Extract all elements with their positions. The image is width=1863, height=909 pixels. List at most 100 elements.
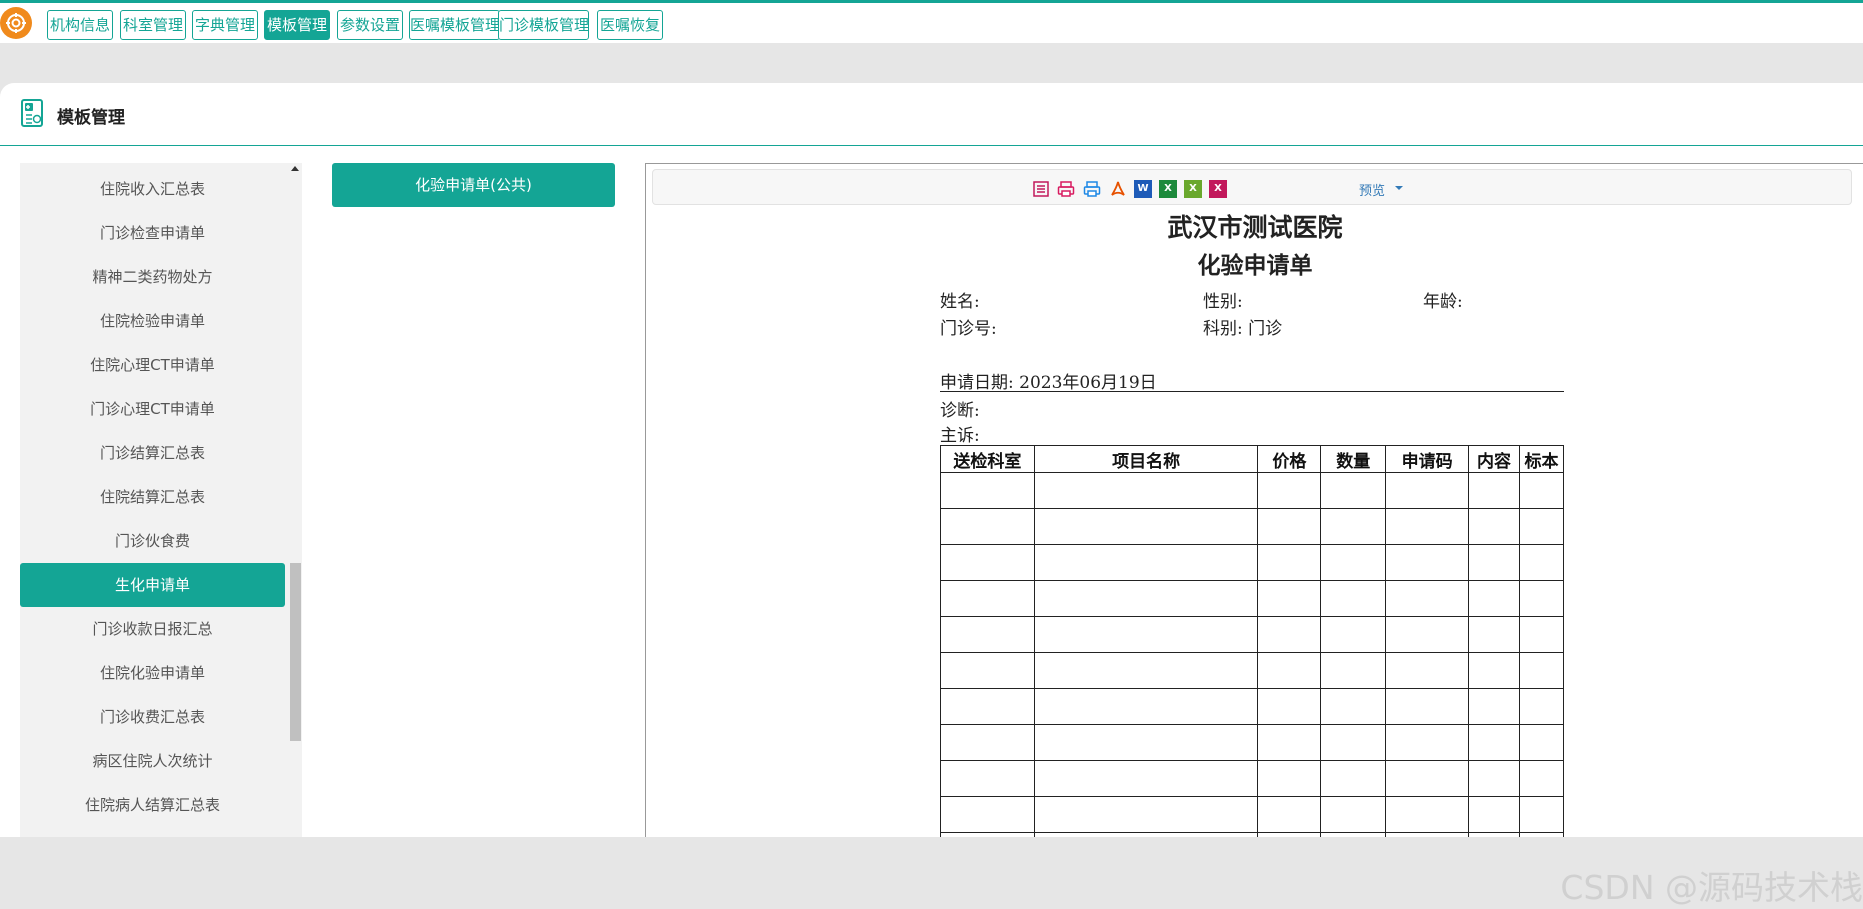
nav-tab-3[interactable]: 字典管理	[192, 10, 258, 40]
field-outpatient-no: 门诊号:	[940, 319, 997, 339]
watermark: CSDN @源码技术栈	[1560, 868, 1863, 907]
nav-tab-1[interactable]: 机构信息	[47, 10, 113, 40]
table-cell	[1320, 688, 1387, 725]
table-cell	[940, 796, 1035, 833]
table-row	[940, 760, 1564, 797]
table-header-cell: 标本	[1519, 445, 1564, 473]
table-row	[940, 832, 1564, 837]
field-apply-date: 申请日期: 2023年06月19日	[940, 373, 1157, 393]
table-cell	[1468, 580, 1520, 617]
pdf-icon[interactable]	[1109, 180, 1127, 198]
list-item[interactable]: 门诊检查申请单	[20, 211, 285, 255]
list-item[interactable]: 门诊收费汇总表	[20, 695, 285, 739]
print-color-icon[interactable]	[1057, 180, 1075, 198]
list-item[interactable]: 门诊心理CT申请单	[20, 387, 285, 431]
print-preview: W X X X 预览 武汉市测试医院 化验申请单 姓名: 性别: 年龄: 门诊号…	[645, 163, 1863, 837]
table-header-row: 送检科室 项目名称 价格 数量 申请码 内容 标本	[940, 445, 1564, 473]
excel-alt-icon[interactable]: X	[1184, 180, 1202, 198]
table-cell	[1468, 760, 1520, 797]
print-icon[interactable]	[1032, 180, 1050, 198]
table-cell	[1519, 580, 1564, 617]
table-cell	[1519, 652, 1564, 689]
list-item[interactable]: 病区住院人次统计	[20, 739, 285, 783]
scrollbar-thumb[interactable]	[290, 563, 301, 741]
table-cell	[940, 688, 1035, 725]
table-header-cell: 送检科室	[940, 445, 1035, 473]
table-cell	[1468, 652, 1520, 689]
list-item[interactable]: 生化申请单	[20, 563, 285, 607]
list-item[interactable]: 门诊结算汇总表	[20, 431, 285, 475]
list-item[interactable]: 门诊伙食费	[20, 519, 285, 563]
list-item[interactable]: 门诊收款日报汇总	[20, 607, 285, 651]
table-cell	[1519, 832, 1564, 837]
main-panel: 模板管理 住院收入汇总表 门诊检查申请单 精神二类药物处方 住院检验申请单 住院心理CT…	[0, 83, 1863, 907]
table-header-cell: 价格	[1257, 445, 1322, 473]
nav-tab-6[interactable]: 医嘱模板管理	[409, 10, 500, 40]
table-cell	[1385, 796, 1470, 833]
word-icon[interactable]: W	[1134, 180, 1152, 198]
table-cell	[1468, 832, 1520, 837]
nav-tab-8[interactable]: 医嘱恢复	[597, 10, 663, 40]
table-cell	[1257, 652, 1322, 689]
form-title: 化验申请单	[1197, 252, 1313, 279]
list-item[interactable]: 精神二类药物处方	[20, 255, 285, 299]
scrollbar[interactable]	[288, 163, 302, 837]
template-item-selected[interactable]: 化验申请单(公共)	[332, 163, 615, 207]
nav-tab-4[interactable]: 模板管理	[264, 10, 330, 40]
table-cell	[1468, 688, 1520, 725]
nav-tab-5[interactable]: 参数设置	[337, 10, 403, 40]
table-cell	[1257, 796, 1322, 833]
table-cell	[1033, 724, 1259, 761]
list-item[interactable]: 住院收入汇总表	[20, 167, 285, 211]
onenote-icon[interactable]: X	[1209, 180, 1227, 198]
table-cell	[1033, 508, 1259, 545]
table-row	[940, 652, 1564, 689]
nav-tab-2[interactable]: 科室管理	[120, 10, 186, 40]
table-cell	[1519, 472, 1564, 509]
table-body	[940, 472, 1564, 837]
page-title: 模板管理	[57, 108, 125, 128]
table-row	[940, 544, 1564, 581]
table-cell	[1257, 508, 1322, 545]
table-cell	[1257, 688, 1322, 725]
print-settings-icon[interactable]	[1083, 180, 1101, 198]
table-cell	[940, 760, 1035, 797]
list-item[interactable]: 住院化验申请单	[20, 651, 285, 695]
table-cell	[1033, 472, 1259, 509]
app-logo-icon[interactable]	[0, 7, 32, 39]
table-row	[940, 580, 1564, 617]
field-name: 姓名:	[940, 292, 980, 312]
field-chief-complaint: 主诉:	[940, 426, 980, 446]
table-cell	[940, 724, 1035, 761]
table-cell	[1385, 724, 1470, 761]
table-cell	[1320, 796, 1387, 833]
list-item[interactable]: 住院病人结算汇总表	[20, 783, 285, 827]
excel-icon[interactable]: X	[1159, 180, 1177, 198]
field-department: 科别: 门诊	[1203, 319, 1283, 339]
list-item[interactable]: 住院心理CT申请单	[20, 343, 285, 387]
table-cell	[1257, 832, 1322, 837]
panel-header: 模板管理	[0, 83, 1863, 146]
table-header-cell: 申请码	[1385, 445, 1470, 473]
table-cell	[1033, 652, 1259, 689]
hospital-name: 武汉市测试医院	[1167, 213, 1343, 242]
table-cell	[940, 544, 1035, 581]
list-item[interactable]: 住院结算汇总表	[20, 475, 285, 519]
lab-request-table: 送检科室 项目名称 价格 数量 申请码 内容 标本	[940, 445, 1564, 837]
nav-tab-7[interactable]: 门诊模板管理	[498, 10, 589, 40]
field-age: 年龄:	[1423, 292, 1463, 312]
table-row	[940, 508, 1564, 545]
table-cell	[1033, 760, 1259, 797]
table-cell	[940, 508, 1035, 545]
table-cell	[1519, 796, 1564, 833]
table-cell	[940, 616, 1035, 653]
chevron-down-icon[interactable]	[1395, 186, 1403, 190]
table-cell	[1257, 472, 1322, 509]
scroll-up-icon[interactable]	[291, 166, 299, 171]
list-item[interactable]: 住院检验申请单	[20, 299, 285, 343]
table-cell	[1519, 760, 1564, 797]
table-header-cell: 内容	[1468, 445, 1520, 473]
table-cell	[1385, 580, 1470, 617]
table-cell	[1320, 580, 1387, 617]
preview-dropdown[interactable]: 预览	[1359, 180, 1385, 199]
